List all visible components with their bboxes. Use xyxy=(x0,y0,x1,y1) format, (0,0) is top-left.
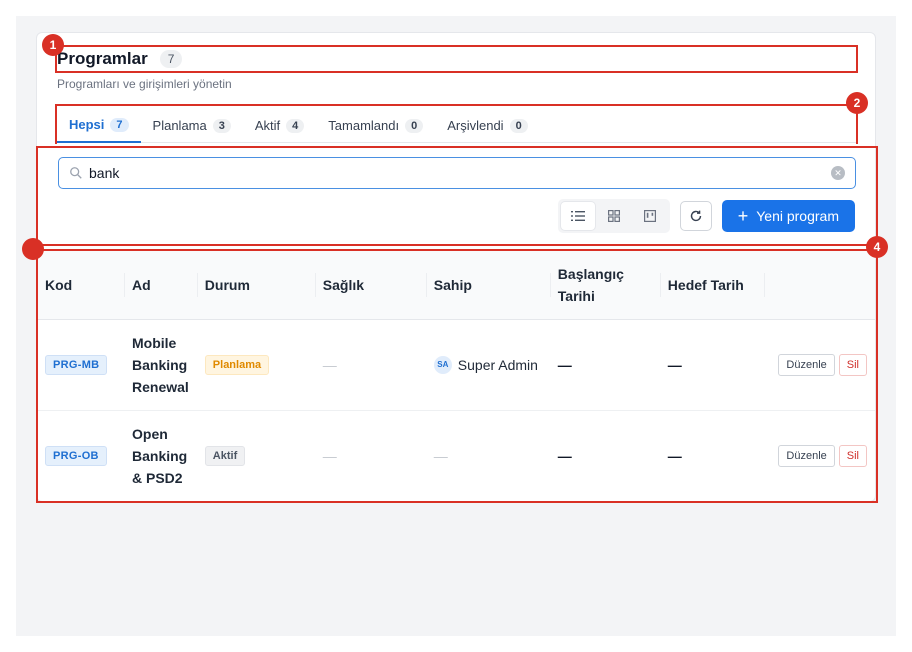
page-subtitle: Programları ve girişimleri yönetin xyxy=(57,77,232,91)
annotation-marker-2: 2 xyxy=(846,92,868,114)
annotation-marker-3 xyxy=(22,238,44,260)
annotation-marker-4: 4 xyxy=(866,236,888,258)
annotation-marker-1: 1 xyxy=(42,34,64,56)
annotation-box-table xyxy=(36,249,878,503)
annotation-box-title xyxy=(55,45,858,73)
annotation-box-tabs xyxy=(55,104,858,144)
annotation-box-toolbar xyxy=(36,146,878,246)
